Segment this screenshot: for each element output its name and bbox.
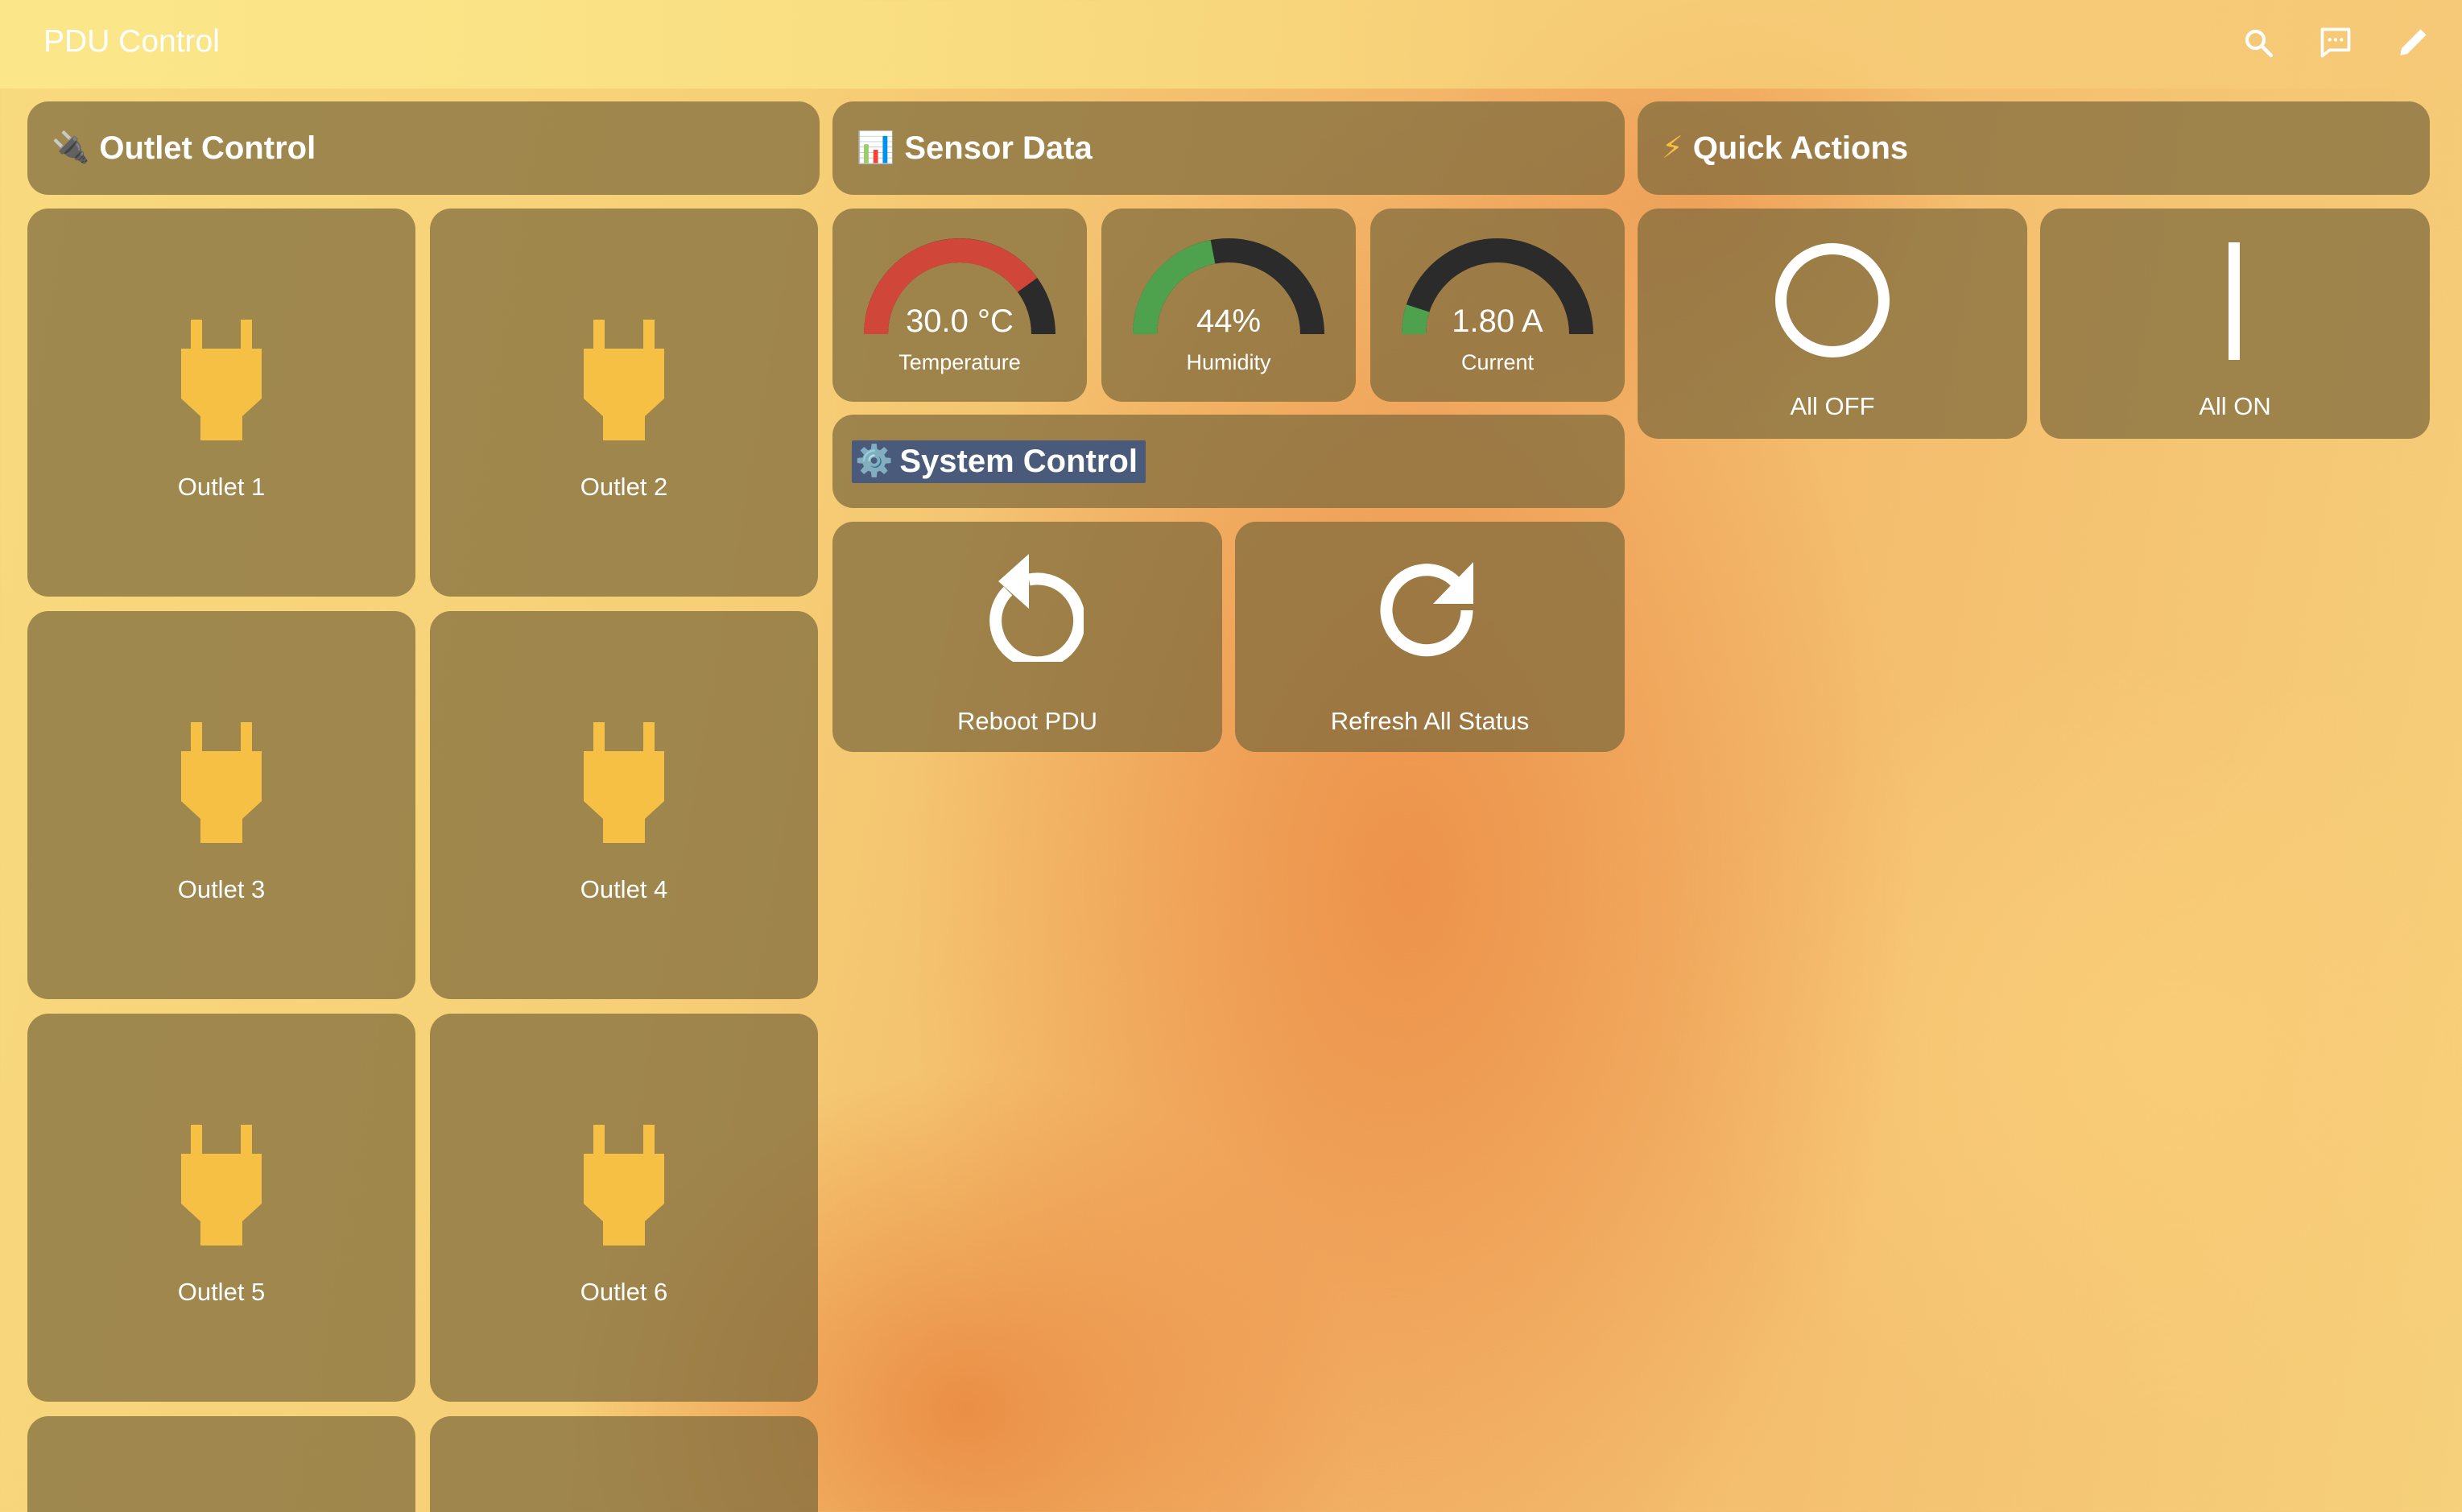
gauge-value: 30.0 °C xyxy=(906,304,1014,339)
outlet-card[interactable]: Outlet 5 xyxy=(27,1014,415,1402)
sensor-data-header: 📊 Sensor Data xyxy=(832,101,1625,195)
current-gauge-card: 1.80 A Current xyxy=(1370,209,1625,402)
all-on-button[interactable]: All ON xyxy=(2040,209,2430,439)
quick-actions-title: Quick Actions xyxy=(1692,130,1909,166)
system-control-title: System Control xyxy=(899,443,1138,479)
refresh-icon xyxy=(1380,562,1473,657)
system-control-header: ⚙️ System Control xyxy=(832,415,1625,508)
outlet-card[interactable] xyxy=(430,1416,818,1512)
gauge-value: 44% xyxy=(1196,304,1262,339)
chat-icon[interactable] xyxy=(2315,23,2356,63)
all-off-button[interactable]: All OFF xyxy=(1638,209,2027,439)
outlet-control-title: Outlet Control xyxy=(99,130,316,166)
outlet-card[interactable]: Outlet 1 xyxy=(27,209,415,597)
quick-actions-header: ⚡ Quick Actions xyxy=(1638,101,2430,195)
gauge-label: Current xyxy=(1460,350,1535,374)
plug-icon xyxy=(584,722,664,843)
app-title: PDU Control xyxy=(43,24,220,59)
gauge-value: 1.80 A xyxy=(1452,304,1543,339)
pencil-icon[interactable] xyxy=(2393,23,2433,63)
search-icon[interactable] xyxy=(2238,23,2278,63)
outlet-label: Outlet 1 xyxy=(177,473,266,501)
gauge-label: Humidity xyxy=(1186,350,1271,374)
reboot-pdu-button[interactable]: Reboot PDU xyxy=(832,522,1222,752)
outlet-card[interactable]: Outlet 3 xyxy=(27,611,415,999)
power-on-line-icon xyxy=(2229,242,2240,360)
reboot-pdu-label: Reboot PDU xyxy=(956,707,1098,735)
system-control-title-highlight: ⚙️ System Control xyxy=(852,440,1146,483)
outlet-control-header: 🔌 Outlet Control xyxy=(27,101,820,195)
bar-chart-emoji-icon: 📊 xyxy=(857,131,895,165)
plug-emoji-icon: 🔌 xyxy=(52,131,90,165)
gauge-label: Temperature xyxy=(898,350,1021,374)
refresh-all-status-label: Refresh All Status xyxy=(1330,707,1530,735)
outlet-card[interactable] xyxy=(27,1416,415,1512)
all-on-label: All ON xyxy=(2199,392,2271,420)
plug-icon xyxy=(584,1125,664,1246)
outlet-label: Outlet 5 xyxy=(177,1278,266,1306)
temperature-gauge-card: 30.0 °C Temperature xyxy=(832,209,1087,402)
outlet-label: Outlet 2 xyxy=(580,473,668,501)
plug-icon xyxy=(584,320,664,440)
gear-emoji-icon: ⚙️ xyxy=(855,444,894,478)
outlet-card[interactable]: Outlet 6 xyxy=(430,1014,818,1402)
power-off-circle-icon xyxy=(1775,243,1890,357)
restart-icon xyxy=(989,554,1084,662)
plug-icon xyxy=(181,320,262,440)
sensor-data-title: Sensor Data xyxy=(904,130,1093,166)
humidity-gauge-card: 44% Humidity xyxy=(1101,209,1356,402)
outlet-label: Outlet 3 xyxy=(177,875,266,903)
plug-icon xyxy=(181,1125,262,1246)
outlet-label: Outlet 4 xyxy=(580,875,668,903)
top-app-bar: PDU Control xyxy=(0,0,2462,89)
lightning-emoji-icon: ⚡ xyxy=(1662,131,1683,165)
all-off-label: All OFF xyxy=(1790,392,1875,420)
outlet-card[interactable]: Outlet 2 xyxy=(430,209,818,597)
outlet-card[interactable]: Outlet 4 xyxy=(430,611,818,999)
outlet-label: Outlet 6 xyxy=(580,1278,668,1306)
plug-icon xyxy=(181,722,262,843)
refresh-all-status-button[interactable]: Refresh All Status xyxy=(1235,522,1625,752)
